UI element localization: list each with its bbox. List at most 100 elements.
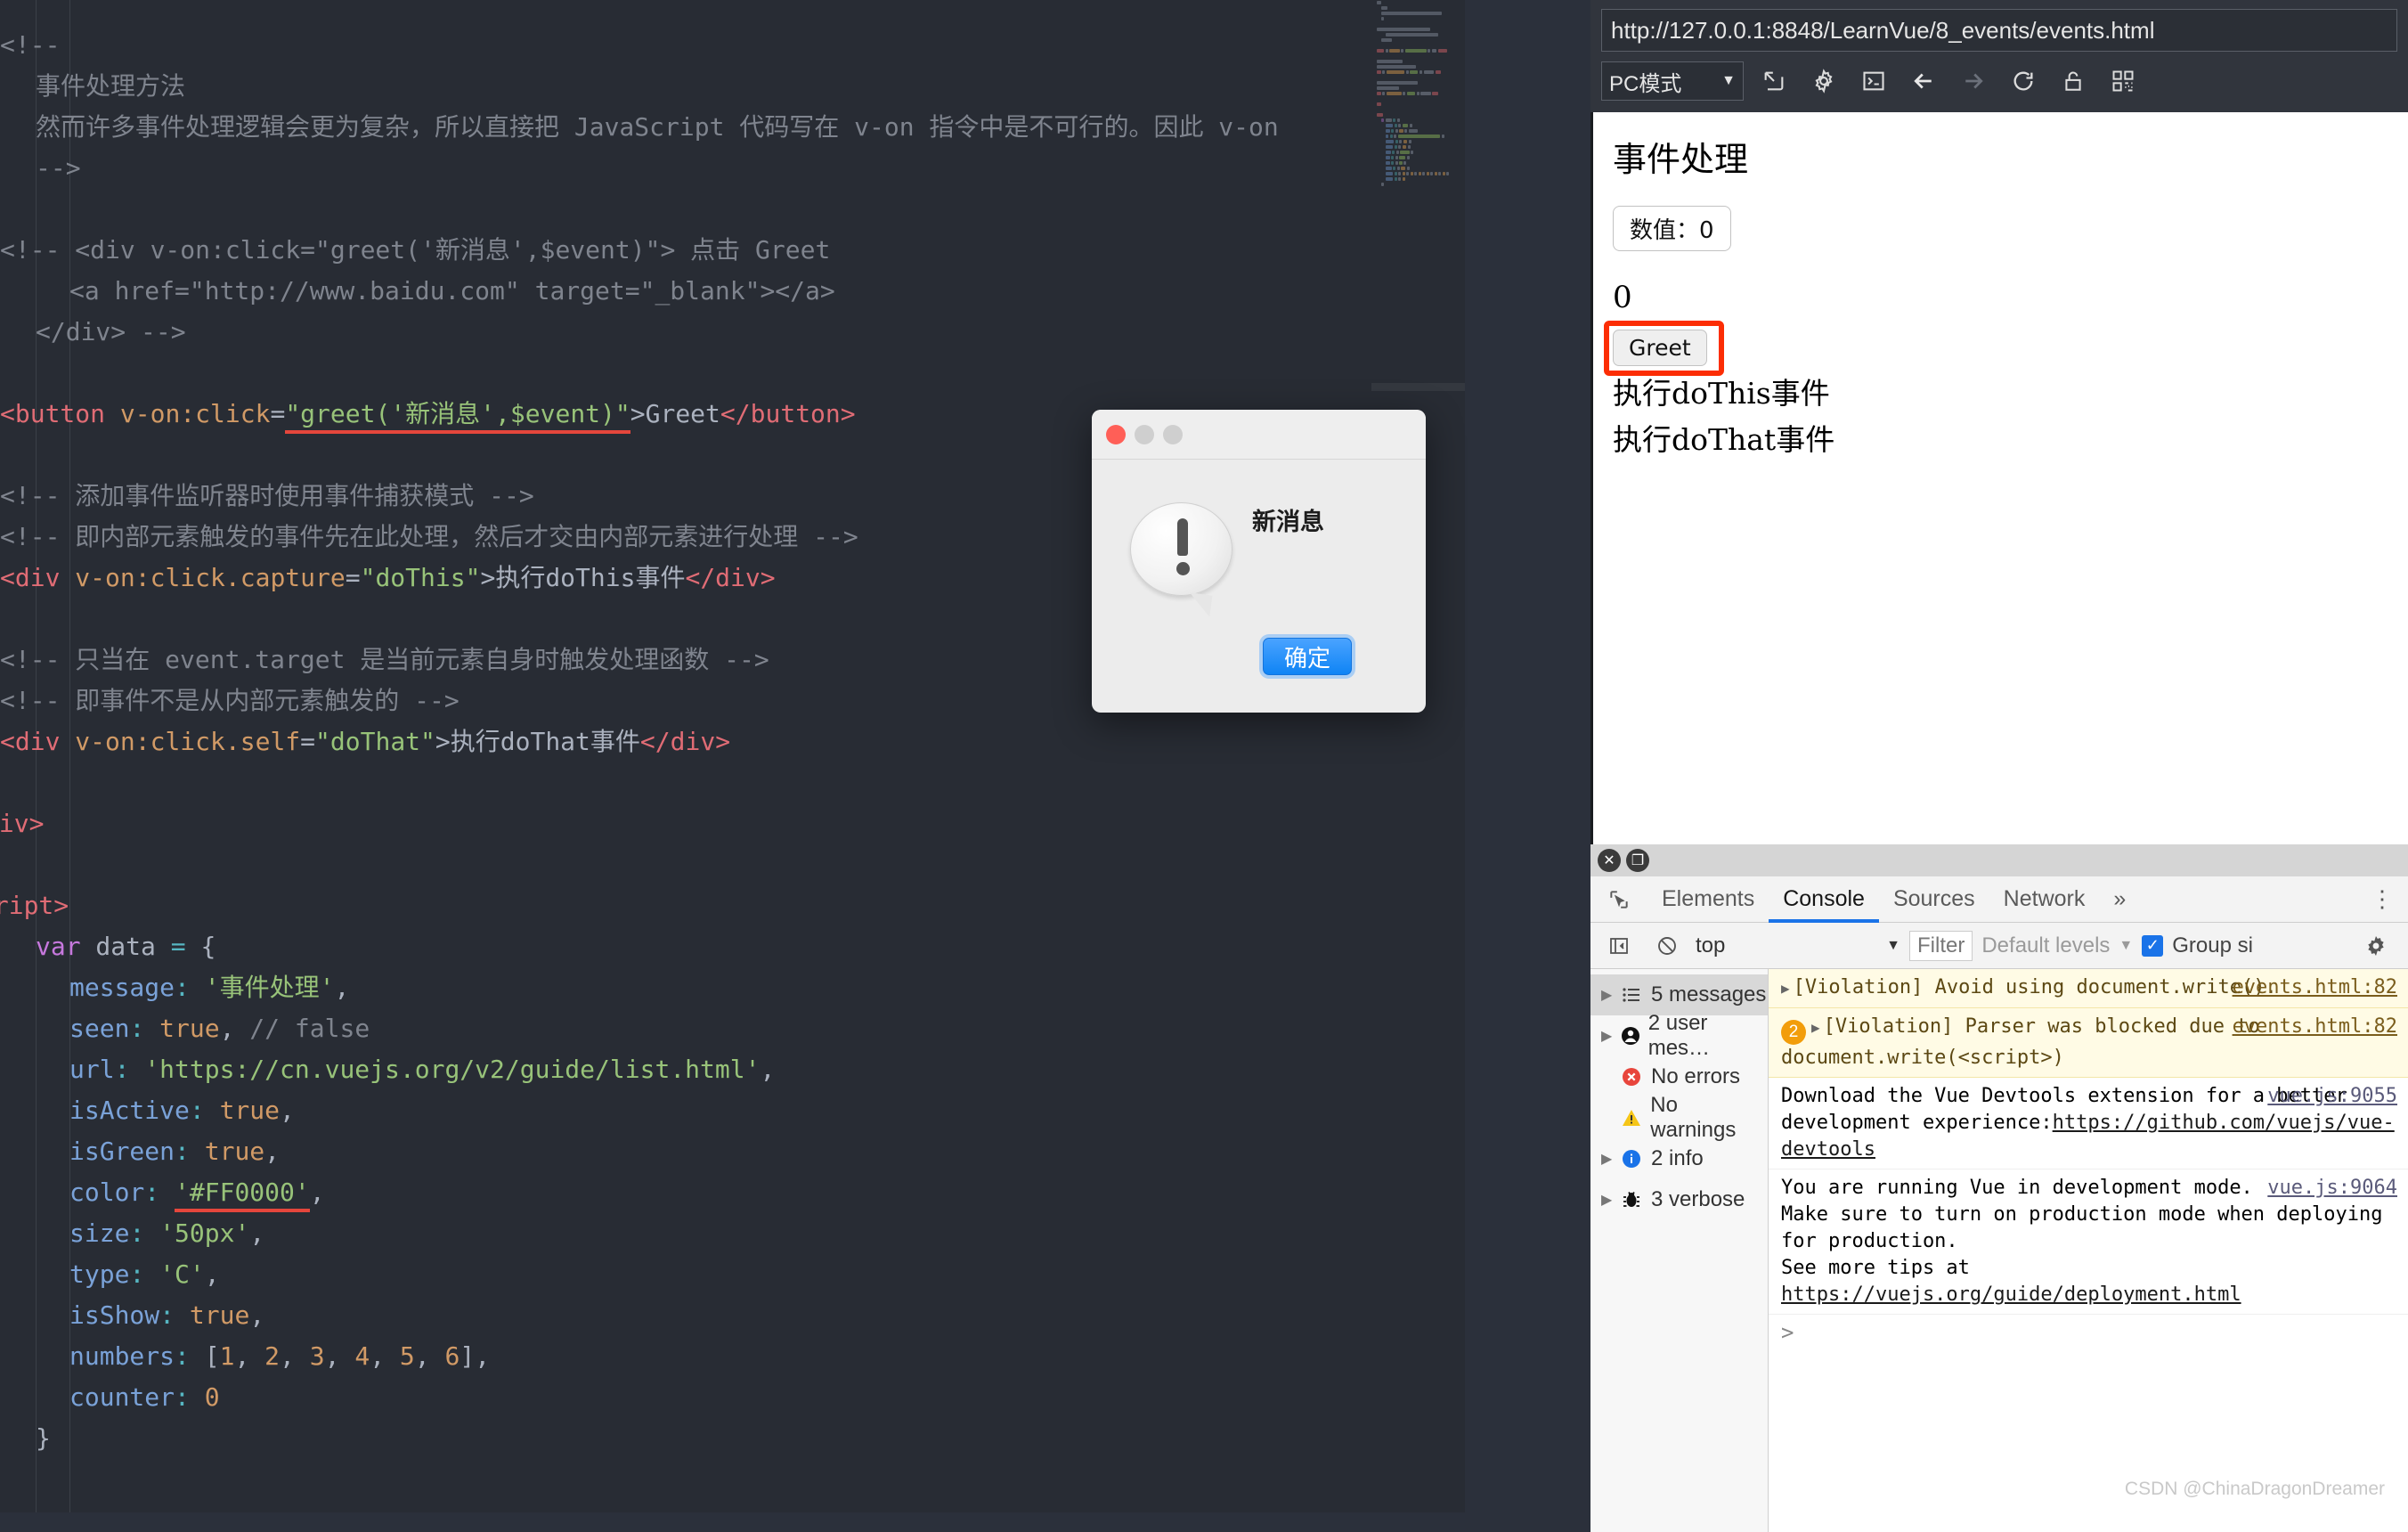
minimize-icon[interactable] [1135, 425, 1154, 444]
editor-minimap[interactable] [1371, 0, 1465, 1512]
code-token: '50px' [159, 1218, 250, 1248]
reload-icon[interactable] [2004, 61, 2043, 101]
console-message[interactable]: events.html:82 ▶ [Violation] Avoid using d… [1769, 969, 2408, 1008]
chevron-right-icon[interactable]: ▶ [1811, 1019, 1820, 1036]
console-sidebar[interactable]: ▶ 5 messages ▶ 2 user mes… No errors No warni… [1590, 969, 1769, 1532]
devtools-more-menu-icon[interactable]: ⋮ [2371, 885, 2394, 913]
console-sidebar-item[interactable]: No warnings [1590, 1093, 1768, 1142]
browser-controls[interactable]: PC模式 ▼ [1601, 61, 2397, 102]
browser-panel[interactable]: http://127.0.0.1:8848/LearnVue/8_events/… [1590, 0, 2408, 1532]
console-body[interactable]: ▶ 5 messages ▶ 2 user mes… No errors No warni… [1590, 969, 2408, 1532]
terminal-icon[interactable] [1854, 61, 1893, 101]
tab-sources[interactable]: Sources [1879, 876, 1989, 923]
code-lines[interactable]: <!-- 事件处理方法 然而许多事件处理逻辑会更为复杂，所以直接把 JavaScri… [0, 25, 1465, 1459]
code-line: isShow: true, [0, 1295, 1465, 1336]
settings-gear-icon[interactable] [2356, 926, 2396, 966]
chevron-right-icon[interactable]: ▶ [1601, 1191, 1621, 1209]
code-token: : [175, 1382, 190, 1412]
log-levels-label[interactable]: Default levels [1981, 933, 2110, 958]
code-token: numbers [69, 1341, 175, 1371]
console-message-source[interactable]: events.html:82 [2233, 1014, 2397, 1040]
group-similar-label: Group si [2172, 933, 2253, 958]
tab-[interactable]: » [2099, 876, 2140, 923]
rendered-page[interactable]: 事件处理 数值：0 0 Greet 执行doThis事件 执行doThat事件 [1590, 112, 2408, 918]
console-message-text: [Violation] Avoid using document.write()… [1793, 976, 2277, 998]
watermark: CSDN @ChinaDragonDreamer [2124, 1479, 2385, 1499]
qr-code-icon[interactable] [2103, 61, 2143, 101]
code-token: , [219, 1014, 235, 1043]
console-sidebar-item[interactable]: ▶ 2 info [1590, 1138, 1768, 1179]
console-sidebar-item[interactable]: ▶ 3 verbose [1590, 1179, 1768, 1220]
code-token: ], [460, 1341, 491, 1371]
chevron-right-icon[interactable]: ▶ [1781, 980, 1790, 997]
console-message-source[interactable]: events.html:82 [2233, 974, 2397, 1001]
close-icon[interactable] [1106, 425, 1126, 444]
console-sidebar-item[interactable]: No errors [1590, 1056, 1768, 1097]
do-that-line[interactable]: 执行doThat事件 [1613, 416, 2408, 459]
console-message[interactable]: vue.js:9064 You are running Vue in develo… [1769, 1169, 2408, 1315]
console-message[interactable]: vue.js:9055 Download the Vue Devtools ext… [1769, 1078, 2408, 1169]
code-line: url: 'https://cn.vuejs.org/v2/guide/list… [0, 1049, 1465, 1090]
greet-button-wrapper[interactable]: Greet [1604, 321, 1724, 376]
alert-body: 新消息 确定 [1092, 460, 1426, 713]
do-this-line[interactable]: 执行doThis事件 [1613, 370, 2408, 412]
code-token: --> [36, 153, 81, 183]
code-token: , [334, 973, 350, 1002]
tab-elements[interactable]: Elements [1647, 876, 1769, 923]
console-filter-bar[interactable]: top ▼ Filter Default levels ▼ ✓ Group si [1590, 923, 2408, 969]
code-line: cript> [0, 885, 1465, 926]
gear-icon[interactable] [1804, 61, 1843, 101]
code-token: true [219, 1096, 281, 1125]
open-external-icon[interactable] [1754, 61, 1794, 101]
console-message[interactable]: events.html:82 2 ▶ [Violation] Parser was b… [1769, 1008, 2408, 1078]
code-editor[interactable]: <!-- 事件处理方法 然而许多事件处理逻辑会更为复杂，所以直接把 JavaScri… [0, 0, 1465, 1512]
console-message-source[interactable]: vue.js:9064 [2267, 1175, 2397, 1202]
clear-console-icon[interactable] [1647, 926, 1687, 966]
code-token: true [204, 1137, 265, 1166]
dock-icon[interactable]: ❐ [1626, 849, 1649, 872]
console-message-list[interactable]: events.html:82 ▶ [Violation] Avoid using d… [1769, 969, 2408, 1532]
sidebar-toggle-icon[interactable] [1599, 926, 1639, 966]
chevron-right-icon[interactable]: ▶ [1601, 1027, 1620, 1045]
browser-toolbar[interactable]: http://127.0.0.1:8848/LearnVue/8_events/… [1590, 0, 2408, 112]
code-token: isActive [69, 1096, 190, 1125]
confirm-button[interactable]: 确定 [1263, 638, 1352, 675]
devtools-tabs[interactable]: Elements Console Sources Network» ⋮ [1590, 876, 2408, 923]
execution-context-select[interactable]: top ▼ [1696, 933, 1900, 958]
inspect-element-icon[interactable] [1599, 880, 1639, 919]
alert-dialog[interactable]: 新消息 确定 [1092, 410, 1426, 713]
chevron-right-icon[interactable]: ▶ [1601, 1150, 1621, 1168]
greet-button[interactable]: Greet [1613, 330, 1707, 366]
code-token: type [69, 1259, 130, 1289]
back-arrow-icon[interactable] [1904, 61, 1943, 101]
console-message-source[interactable]: vue.js:9055 [2267, 1083, 2397, 1110]
console-sidebar-item[interactable]: ▶ 5 messages [1590, 974, 1768, 1015]
forward-arrow-icon[interactable] [1954, 61, 1993, 101]
console-filter-input[interactable]: Filter [1909, 930, 1973, 961]
chevron-down-icon[interactable]: ▼ [2119, 938, 2133, 954]
tab-console[interactable]: Console [1769, 876, 1879, 923]
console-message-link[interactable]: https://vuejs.org/guide/deployment.html [1781, 1283, 2241, 1306]
url-input[interactable]: http://127.0.0.1:8848/LearnVue/8_events/… [1601, 9, 2397, 52]
devtools-panel[interactable]: ✕ ❐ Elements Console Sources Network» ⋮ top [1590, 844, 2408, 1532]
code-token: isGreen [69, 1137, 175, 1166]
code-token: , [324, 1341, 355, 1371]
page-title: 事件处理 [1613, 140, 1749, 179]
console-prompt[interactable]: > [1769, 1315, 2408, 1350]
tab-network[interactable]: Network [1989, 876, 2100, 923]
code-token: 2 [264, 1341, 281, 1371]
list-icon [1621, 984, 1651, 1006]
close-icon[interactable]: ✕ [1598, 849, 1621, 872]
chevron-right-icon[interactable]: ▶ [1601, 986, 1621, 1004]
code-token: 然而许多事件处理逻辑会更为复杂，所以直接把 JavaScript 代码写在 v-… [36, 112, 1279, 142]
code-token: : [129, 1259, 145, 1289]
console-sidebar-item[interactable]: ▶ 2 user mes… [1590, 1011, 1768, 1060]
code-token: <!-- <div v-on:click="greet('新消息',$event… [0, 235, 831, 265]
code-token: div> [0, 809, 45, 838]
device-mode-select[interactable]: PC模式 ▼ [1601, 61, 1744, 101]
group-similar-checkbox[interactable]: ✓ [2142, 934, 2164, 957]
maximize-icon[interactable] [1163, 425, 1183, 444]
lock-icon[interactable] [2054, 61, 2093, 101]
